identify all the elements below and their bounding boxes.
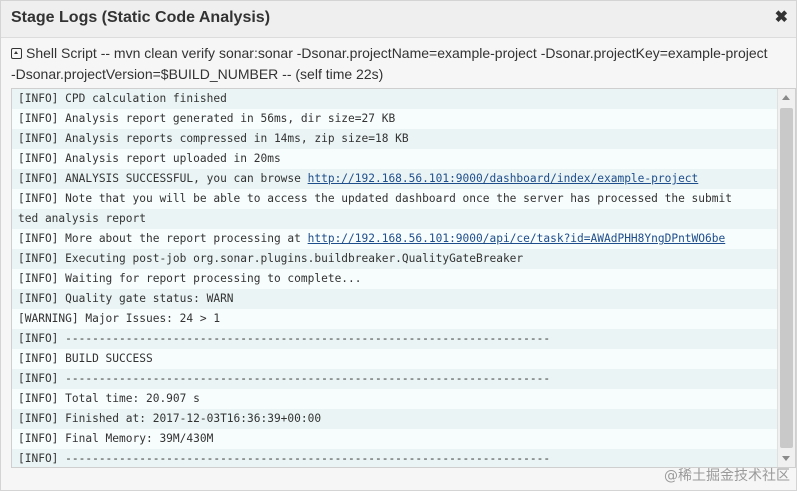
log-line-text: [INFO] Note that you will be able to acc… (18, 192, 732, 205)
vertical-scrollbar[interactable] (777, 89, 795, 467)
log-lines: [INFO] CPD calculation finished [INFO] An… (12, 89, 780, 467)
log-line: [INFO] Final Memory: 39M/430M (12, 429, 780, 449)
log-line: [INFO] Analysis report uploaded in 20ms (12, 149, 780, 169)
log-line: [INFO] BUILD SUCCESS (12, 349, 780, 369)
watermark: @稀土掘金技术社区 (664, 468, 790, 484)
log-output[interactable]: [INFO] CPD calculation finished [INFO] An… (11, 88, 796, 468)
log-line-text: [INFO] Analysis reports compressed in 14… (18, 132, 409, 145)
log-line-text: [INFO] Analysis report uploaded in 20ms (18, 152, 281, 165)
log-line: [INFO] Note that you will be able to acc… (12, 189, 780, 209)
log-line-text: [INFO] Finished at: 2017-12-03T16:36:39+… (18, 412, 322, 425)
dialog-titlebar: Stage Logs (Static Code Analysis) ✖ (1, 1, 796, 38)
log-line-text: [INFO] Final Memory: 39M/430M (18, 432, 214, 445)
log-line-text: ted analysis report (18, 212, 146, 225)
stage-logs-dialog: Stage Logs (Static Code Analysis) ✖ Shel… (0, 0, 797, 491)
log-link[interactable]: http://192.168.56.101:9000/api/ce/task?i… (308, 232, 726, 245)
log-line-text: [INFO] Quality gate status: WARN (18, 292, 234, 305)
log-line: [INFO] CPD calculation finished (12, 89, 780, 109)
log-line: ted analysis report (12, 209, 780, 229)
step-command[interactable]: Shell Script -- mvn clean verify sonar:s… (11, 43, 786, 85)
log-line-text: [INFO] ANALYSIS SUCCESSFUL, you can brow… (18, 172, 308, 185)
scrollbar-thumb[interactable] (780, 108, 793, 448)
close-icon[interactable]: ✖ (775, 9, 788, 27)
log-line-text: [INFO] Total time: 20.907 s (18, 392, 200, 405)
log-line-text: [INFO] Executing post-job org.sonar.plug… (18, 252, 524, 265)
log-link[interactable]: http://192.168.56.101:9000/dashboard/ind… (308, 172, 699, 185)
log-line: [INFO] ---------------------------------… (12, 329, 780, 349)
log-line-text: [INFO] ---------------------------------… (18, 332, 551, 345)
command-line-1: Shell Script -- mvn clean verify sonar:s… (26, 45, 768, 61)
scroll-up-arrow-icon[interactable] (778, 89, 795, 106)
log-line-text: [INFO] BUILD SUCCESS (18, 352, 153, 365)
log-line: [INFO] Finished at: 2017-12-03T16:36:39+… (12, 409, 780, 429)
log-line: [INFO] ---------------------------------… (12, 369, 780, 389)
log-line: [INFO] Total time: 20.907 s (12, 389, 780, 409)
log-line-text: [INFO] CPD calculation finished (18, 92, 227, 105)
log-line-text: [WARNING] Major Issues: 24 > 1 (18, 312, 221, 325)
log-line-text: [INFO] Waiting for report processing to … (18, 272, 362, 285)
log-line-text: [INFO] ---------------------------------… (18, 452, 551, 465)
log-line-text: [INFO] More about the report processing … (18, 232, 308, 245)
log-line: [INFO] Executing post-job org.sonar.plug… (12, 249, 780, 269)
dialog-title: Stage Logs (Static Code Analysis) (11, 9, 271, 26)
log-line: [INFO] ANALYSIS SUCCESSFUL, you can brow… (12, 169, 780, 189)
log-line: [WARNING] Major Issues: 24 > 1 (12, 309, 780, 329)
log-line-text: [INFO] ---------------------------------… (18, 372, 551, 385)
log-line: [INFO] Waiting for report processing to … (12, 269, 780, 289)
collapse-icon[interactable] (11, 48, 22, 59)
log-line: [INFO] Analysis report generated in 56ms… (12, 109, 780, 129)
log-line: [INFO] Analysis reports compressed in 14… (12, 129, 780, 149)
log-line: [INFO] Quality gate status: WARN (12, 289, 780, 309)
command-line-2: -Dsonar.projectVersion=$BUILD_NUMBER -- … (11, 66, 384, 82)
log-line: [INFO] More about the report processing … (12, 229, 780, 249)
log-line-text: [INFO] Analysis report generated in 56ms… (18, 112, 396, 125)
